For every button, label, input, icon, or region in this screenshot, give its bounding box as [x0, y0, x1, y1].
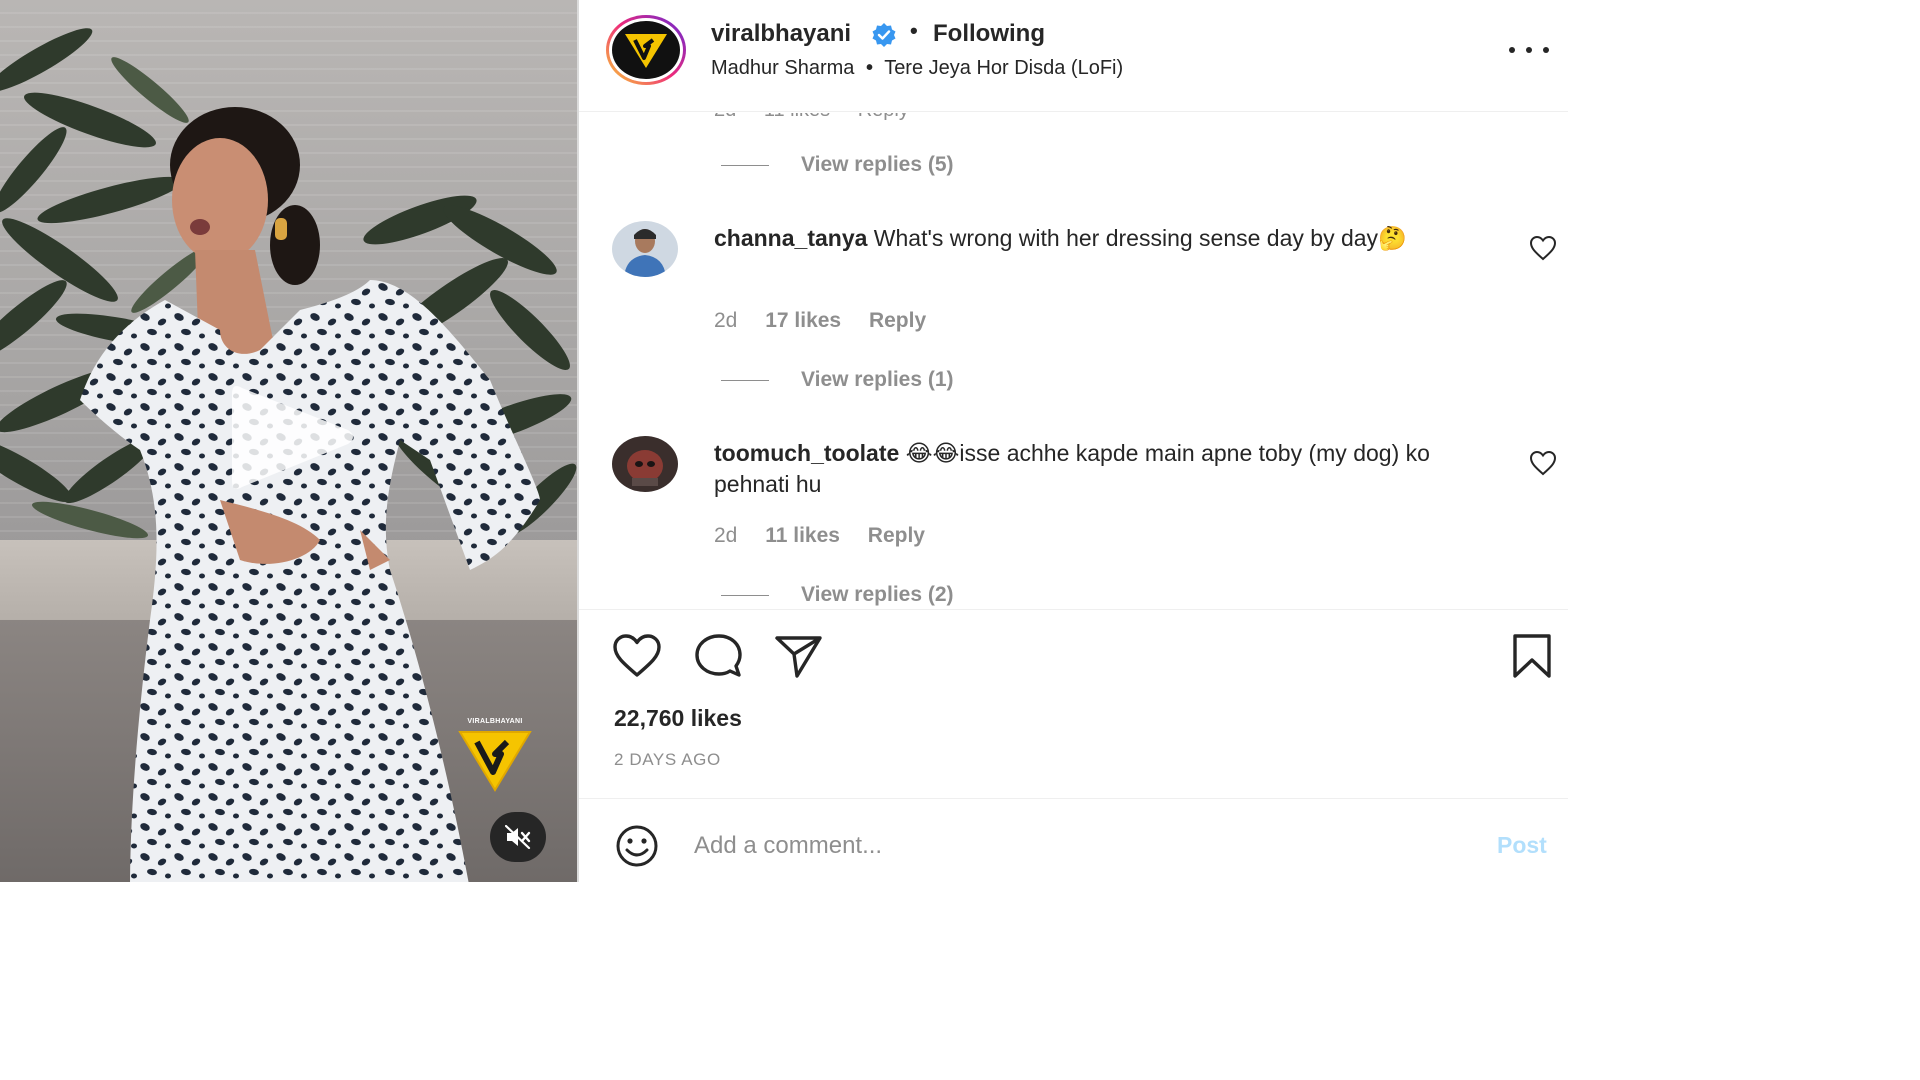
add-comment-input[interactable]	[694, 826, 1474, 866]
comment-likes[interactable]: 11 likes	[764, 113, 830, 121]
comment-likes[interactable]: 11 likes	[765, 524, 840, 547]
view-replies-label: View replies (5)	[801, 153, 954, 176]
mute-toggle-button[interactable]	[490, 812, 546, 862]
comment-time: 2d	[714, 309, 738, 332]
instagram-post-modal: VIRALBHAYANI viralbhayani • Following Ma…	[0, 0, 1568, 882]
comment-like-heart-icon[interactable]	[1529, 235, 1557, 261]
post-header: viralbhayani • Following Madhur Sharma •…	[579, 0, 1568, 112]
commenter-username[interactable]: toomuch_toolate	[714, 440, 899, 466]
post-likes-count[interactable]: 22,760 likes	[614, 705, 742, 732]
watermark-logo-icon	[458, 731, 532, 792]
share-paper-plane-icon[interactable]	[773, 632, 825, 680]
section-divider	[579, 798, 1568, 799]
post-author-username[interactable]: viralbhayani	[711, 20, 851, 48]
following-button[interactable]: Following	[933, 20, 1045, 48]
comment-text: toomuch_toolate 😂😂isse achhe kapde main …	[714, 438, 1484, 500]
replies-line	[721, 164, 769, 166]
play-button-icon[interactable]	[230, 380, 360, 495]
more-options-icon[interactable]	[1509, 38, 1549, 62]
header-separator: •	[910, 18, 918, 43]
post-details-panel: viralbhayani • Following Madhur Sharma •…	[579, 0, 1568, 882]
comment-like-heart-icon[interactable]	[1529, 450, 1557, 476]
comment-body: What's wrong with her dressing sense day…	[873, 225, 1407, 251]
commenter-avatar[interactable]	[612, 436, 678, 492]
comment-reply-button[interactable]: Reply	[858, 113, 909, 121]
viralbhayani-logo-icon	[625, 34, 667, 68]
comment-meta: 2d 17 likes Reply	[714, 309, 948, 333]
verified-badge-icon	[872, 23, 896, 47]
emoji-smiley-icon[interactable]	[613, 824, 661, 868]
section-divider	[579, 609, 1568, 610]
viralbhayani-watermark: VIRALBHAYANI	[455, 718, 535, 798]
view-replies-button[interactable]: View replies (2)	[721, 583, 954, 607]
comment-reply-button[interactable]: Reply	[868, 524, 925, 547]
post-timestamp: 2 DAYS AGO	[614, 750, 721, 769]
view-replies-label: View replies (2)	[801, 583, 954, 606]
comment-likes[interactable]: 17 likes	[765, 309, 841, 332]
post-video[interactable]: VIRALBHAYANI	[0, 0, 577, 882]
previous-comment-meta: 2d 11 likes Reply	[714, 113, 931, 122]
view-replies-button[interactable]: View replies (5)	[721, 153, 954, 177]
watermark-text: VIRALBHAYANI	[467, 718, 523, 725]
comment-text: channa_tanya What's wrong with her dress…	[714, 223, 1484, 254]
replies-line	[721, 379, 769, 381]
muted-speaker-icon	[505, 825, 531, 849]
like-heart-icon[interactable]	[611, 632, 663, 680]
commenter-avatar[interactable]	[612, 221, 678, 277]
profile-avatar[interactable]	[606, 15, 686, 85]
audio-attribution: Madhur Sharma • Tere Jeya Hor Disda (LoF…	[711, 57, 1123, 80]
replies-line	[721, 594, 769, 596]
post-comment-button[interactable]: Post	[1497, 832, 1547, 859]
audio-track-link[interactable]: Tere Jeya Hor Disda (LoFi)	[884, 57, 1123, 79]
commenter-username[interactable]: channa_tanya	[714, 225, 867, 251]
audio-artist-link[interactable]: Madhur Sharma	[711, 57, 854, 79]
comment-time: 2d	[714, 524, 738, 547]
save-bookmark-icon[interactable]	[1507, 632, 1559, 680]
comment-reply-button[interactable]: Reply	[869, 309, 926, 332]
comment-bubble-icon[interactable]	[692, 632, 744, 680]
view-replies-label: View replies (1)	[801, 368, 954, 391]
audio-separator: •	[865, 57, 873, 79]
comments-list[interactable]: 2d 11 likes Reply View replies (5)	[579, 113, 1568, 608]
view-replies-button[interactable]: View replies (1)	[721, 368, 954, 392]
comment-meta: 2d 11 likes Reply	[714, 524, 947, 548]
comment-time: 2d	[714, 113, 736, 121]
